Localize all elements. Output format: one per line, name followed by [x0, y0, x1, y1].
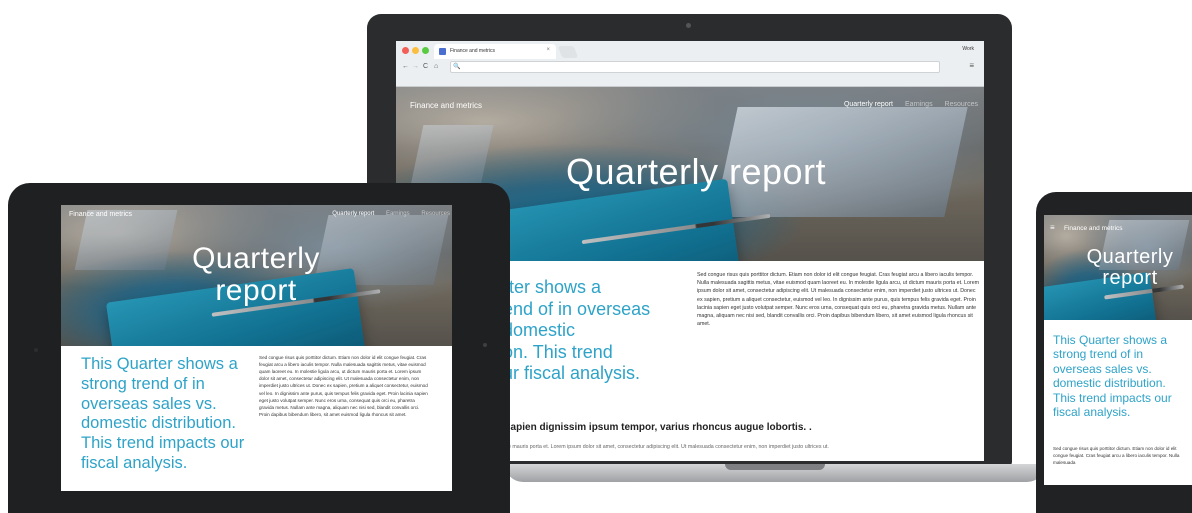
- address-bar[interactable]: 🔍: [450, 61, 940, 73]
- close-window-button[interactable]: [402, 47, 409, 54]
- lead-text: This Quarter shows a strong trend of in …: [81, 355, 245, 472]
- new-tab-button[interactable]: [557, 46, 579, 58]
- laptop-notch: [725, 464, 825, 470]
- site-nav: Quarterly report Earnings Resources: [834, 101, 978, 108]
- tab-close-icon[interactable]: ×: [546, 47, 550, 53]
- hero-title: Quarterly report: [1060, 247, 1192, 289]
- reload-icon[interactable]: C: [423, 63, 428, 70]
- body-paragraph: Sed congue risus quis porttitor dictum. …: [259, 355, 428, 417]
- tab-title: Finance and metrics: [450, 48, 496, 54]
- forward-arrow-icon[interactable]: →: [412, 63, 419, 70]
- hero-title-line-1: Quarterly: [192, 242, 320, 275]
- site-brand[interactable]: Finance and metrics: [1064, 225, 1123, 232]
- hamburger-menu-icon[interactable]: ≡: [1050, 223, 1055, 232]
- nav-quarterly-report[interactable]: Quarterly report: [332, 211, 374, 217]
- site-brand[interactable]: Finance and metrics: [69, 211, 132, 218]
- section-paragraph: ue mauris porta et. Lorem ipsum dolor si…: [505, 444, 829, 450]
- tablet-screen: Finance and metrics Quarterly report Ear…: [61, 205, 452, 491]
- nav-earnings[interactable]: Earnings: [386, 211, 410, 217]
- profile-label[interactable]: Work: [962, 46, 974, 52]
- sensor-icon: [34, 348, 38, 352]
- hero-title-line-2: report: [1102, 267, 1158, 289]
- body-paragraph: Sed congue risus quis porttitor dictum. …: [1053, 446, 1180, 466]
- site-brand[interactable]: Finance and metrics: [410, 101, 482, 110]
- browser-tab[interactable]: Finance and metrics ×: [434, 44, 556, 59]
- nav-resources[interactable]: Resources: [421, 211, 450, 217]
- nav-quarterly-report[interactable]: Quarterly report: [844, 101, 893, 108]
- lead-text: rter shows a end of in overseas domestic…: [503, 277, 651, 384]
- section-subheading: sapien dignissim ipsum tempor, varius rh…: [505, 422, 812, 433]
- menu-icon[interactable]: ≡: [969, 61, 974, 70]
- hero-title-line-2: report: [215, 273, 297, 307]
- back-arrow-icon[interactable]: ←: [402, 63, 409, 70]
- phone-screen: ≡ Finance and metrics Quarterly report T…: [1044, 215, 1192, 485]
- camera-icon: [483, 343, 487, 347]
- browser-toolbar: Finance and metrics × Work ← → C ⌂ 🔍 ≡: [396, 41, 984, 87]
- search-icon: 🔍: [453, 64, 461, 70]
- maximize-window-button[interactable]: [422, 47, 429, 54]
- home-icon[interactable]: ⌂: [434, 63, 438, 70]
- hero-title: Quarterly report: [156, 243, 356, 306]
- site-nav: Quarterly report Earnings Resources: [322, 211, 450, 217]
- minimize-window-button[interactable]: [412, 47, 419, 54]
- nav-resources[interactable]: Resources: [945, 101, 978, 108]
- tablet-device: Finance and metrics Quarterly report Ear…: [8, 183, 510, 513]
- phone-device: ≡ Finance and metrics Quarterly report T…: [1036, 192, 1192, 513]
- hero-title: Quarterly report: [565, 151, 827, 192]
- lead-text: This Quarter shows a strong trend of in …: [1053, 333, 1172, 419]
- camera-icon: [686, 23, 691, 28]
- nav-earnings[interactable]: Earnings: [905, 101, 933, 108]
- laptop-base: [505, 464, 1045, 482]
- favicon-icon: [439, 48, 446, 55]
- body-paragraph: Sed congue risus quis porttitor dictum. …: [697, 272, 980, 328]
- hero-title-line-1: Quarterly: [1086, 246, 1174, 268]
